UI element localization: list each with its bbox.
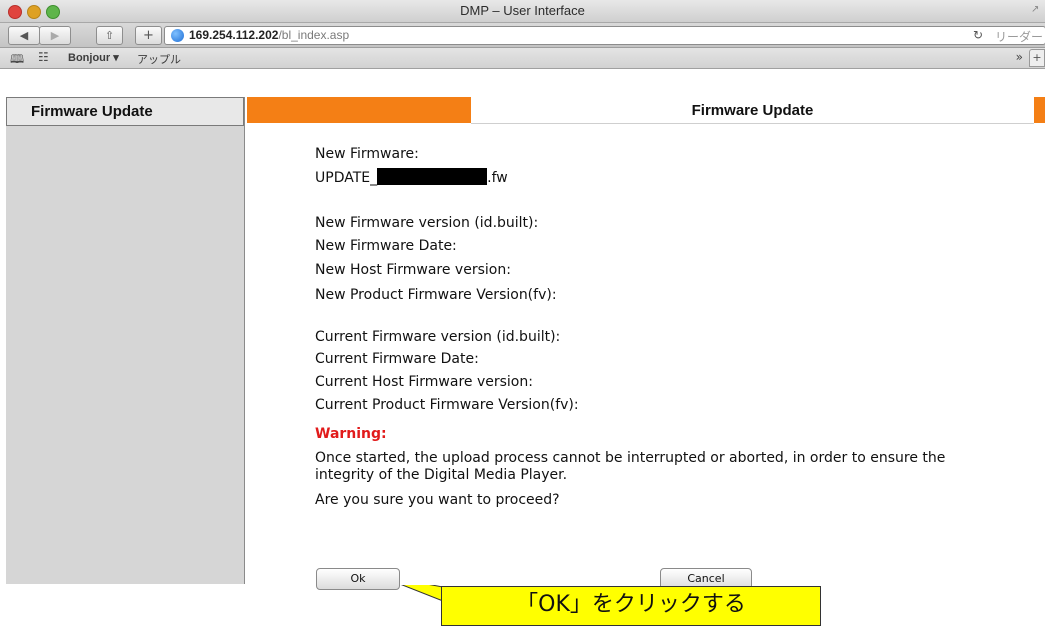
firmware-filename: UPDATE_ .fw <box>315 168 508 186</box>
share-icon: ⇧ <box>104 29 115 42</box>
globe-icon <box>171 29 184 42</box>
callout-pointer <box>401 585 444 602</box>
reader-button[interactable]: リーダー <box>995 28 1043 45</box>
page-viewport: Firmware Update Firmware Update New Firm… <box>0 69 1045 602</box>
filename-prefix: UPDATE_ <box>315 170 378 186</box>
url-host: 169.254.112.202 <box>189 28 279 42</box>
new-firmware-label: New Firmware: <box>315 146 419 162</box>
page-title: Firmware Update <box>691 102 814 119</box>
annotation-callout: 「OK」をクリックする <box>441 586 821 626</box>
current-firmware-date-label: Current Firmware Date: <box>315 351 479 367</box>
forward-button[interactable]: ▶ <box>39 26 71 45</box>
share-button[interactable]: ⇧ <box>96 26 123 45</box>
warning-text-line-2: integrity of the Digital Media Player. <box>315 467 568 483</box>
window-titlebar: DMP – User Interface ↗ <box>0 0 1045 23</box>
url-text[interactable]: 169.254.112.202/bl_index.asp <box>189 28 349 42</box>
page-header: Firmware Update <box>471 97 1034 124</box>
current-host-firmware-label: Current Host Firmware version: <box>315 374 533 390</box>
proceed-question: Are you sure you want to proceed? <box>315 492 560 508</box>
redacted-block <box>377 168 488 185</box>
window-title: DMP – User Interface <box>460 3 585 18</box>
address-bar[interactable]: 169.254.112.202/bl_index.asp ↻ リーダー <box>164 26 1045 45</box>
current-firmware-version-label: Current Firmware version (id.built): <box>315 329 561 345</box>
new-tab-button[interactable]: + <box>135 26 162 45</box>
warning-text-line-1: Once started, the upload process cannot … <box>315 450 946 466</box>
add-tab-icon[interactable]: + <box>1029 49 1045 67</box>
warning-label: Warning: <box>315 426 387 442</box>
bookmarks-bar: 🕮 ☷ Bonjour ▾ アップル » + <box>0 48 1045 69</box>
fullscreen-icon[interactable]: ↗ <box>1031 4 1041 16</box>
reload-icon[interactable]: ↻ <box>973 28 983 42</box>
sidebar-item-firmware-update[interactable]: Firmware Update <box>6 97 244 126</box>
back-icon: ◀ <box>19 29 29 42</box>
bookmarks-book-icon[interactable]: 🕮 <box>10 50 24 71</box>
sidebar-title: Firmware Update <box>31 103 153 120</box>
new-firmware-version-label: New Firmware version (id.built): <box>315 215 539 231</box>
bookmark-apple[interactable]: アップル <box>137 51 181 67</box>
header-accent-left <box>247 97 471 123</box>
new-host-firmware-label: New Host Firmware version: <box>315 262 511 278</box>
header-accent-right <box>1034 97 1045 123</box>
back-button[interactable]: ◀ <box>8 26 40 45</box>
browser-toolbar: ◀ ▶ ⇧ + 169.254.112.202/bl_index.asp ↻ リ… <box>0 23 1045 48</box>
top-sites-grid-icon[interactable]: ☷ <box>38 50 49 64</box>
forward-icon: ▶ <box>50 29 60 42</box>
url-path: /bl_index.asp <box>278 28 350 42</box>
new-product-firmware-label: New Product Firmware Version(fv): <box>315 287 557 303</box>
current-product-firmware-label: Current Product Firmware Version(fv): <box>315 397 579 413</box>
plus-icon: + <box>143 28 154 43</box>
new-firmware-date-label: New Firmware Date: <box>315 238 457 254</box>
bookmark-bonjour[interactable]: Bonjour ▾ <box>68 51 119 64</box>
more-bookmarks-icon[interactable]: » <box>1016 50 1023 64</box>
sidebar <box>6 97 245 584</box>
filename-suffix: .fw <box>487 170 508 186</box>
